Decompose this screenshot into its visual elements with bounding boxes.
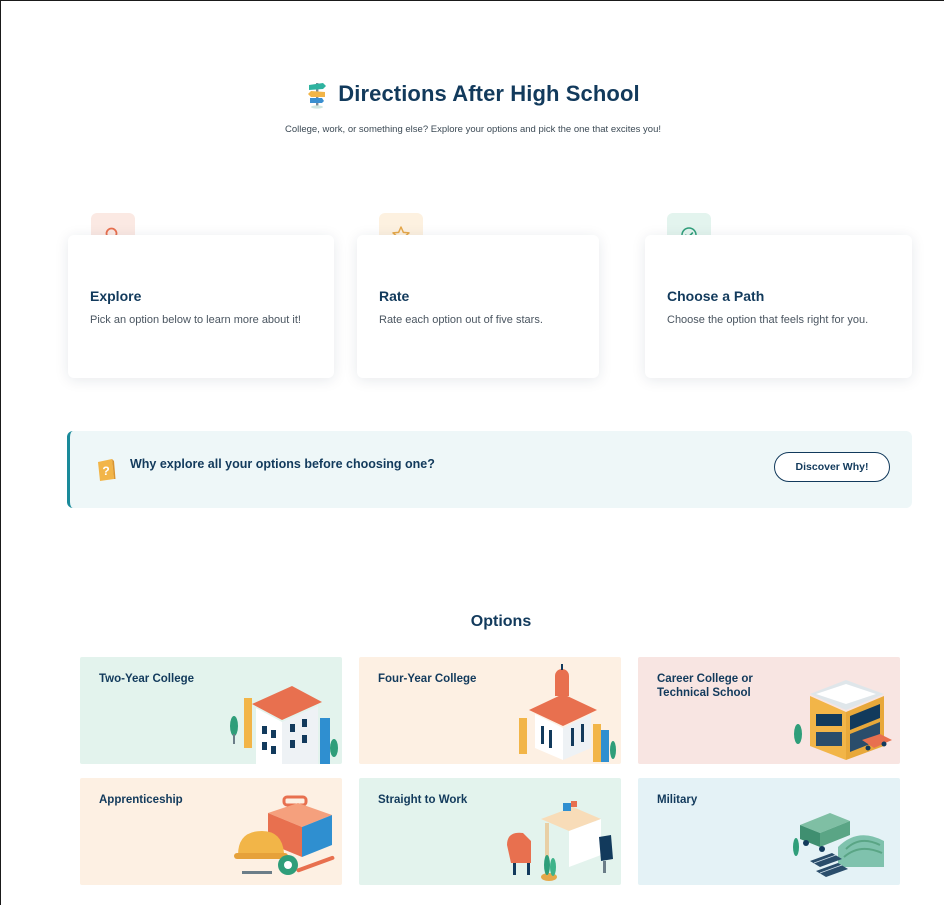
svg-text:?: ?	[102, 464, 109, 478]
toolbox-icon	[234, 795, 335, 875]
option-label: Straight to Work	[378, 794, 468, 806]
option-card-straight-to-work[interactable]: Straight to Work	[359, 778, 621, 885]
signpost-icon	[308, 83, 327, 109]
option-card-military[interactable]: Military	[638, 778, 900, 885]
question-icon: ?	[98, 458, 116, 481]
office-desk-icon	[507, 801, 613, 881]
step-description: Rate each option out of five stars.	[379, 314, 543, 326]
page-subtitle: College, work, or something else? Explor…	[285, 124, 661, 135]
discover-why-button[interactable]: Discover Why!	[774, 451, 890, 482]
college-building-icon	[230, 686, 338, 764]
step-title: Explore	[90, 288, 142, 304]
step-title: Choose a Path	[667, 288, 765, 304]
tech-school-icon	[794, 680, 892, 760]
option-label: Career College or Technical School	[657, 673, 753, 699]
university-icon	[519, 664, 616, 762]
options-heading: Options	[470, 613, 532, 630]
option-card-four-year-college[interactable]: Four-Year College	[359, 657, 621, 764]
option-card-two-year-college[interactable]: Two-Year College	[80, 657, 342, 764]
option-label: Four-Year College	[378, 673, 477, 685]
hero-section: Directions After High School College, wo…	[1, 79, 944, 137]
hero-title-row: Directions After High School	[1, 79, 944, 109]
step-card-choose-path: Choose a Path Choose the option that fee…	[645, 235, 912, 378]
step-description: Pick an option below to learn more about…	[90, 314, 301, 326]
military-base-icon	[793, 813, 884, 877]
page-frame: Directions After High School College, wo…	[0, 0, 944, 905]
banner-text: Why explore all your options before choo…	[130, 456, 435, 471]
why-explore-banner: ? Why explore all your options before ch…	[67, 431, 912, 508]
option-card-apprenticeship[interactable]: Apprenticeship	[80, 778, 342, 885]
option-card-career-college[interactable]: Career College or Technical School	[638, 657, 900, 764]
option-label: Military	[657, 794, 698, 806]
step-card-rate: Rate Rate each option out of five stars.	[357, 235, 599, 378]
step-description: Choose the option that feels right for y…	[667, 314, 869, 326]
option-label: Two-Year College	[99, 673, 195, 685]
step-title: Rate	[379, 288, 410, 304]
step-card-explore: Explore Pick an option below to learn mo…	[68, 235, 334, 378]
option-label: Apprenticeship	[99, 794, 183, 806]
page-title: Directions After High School	[338, 81, 640, 106]
